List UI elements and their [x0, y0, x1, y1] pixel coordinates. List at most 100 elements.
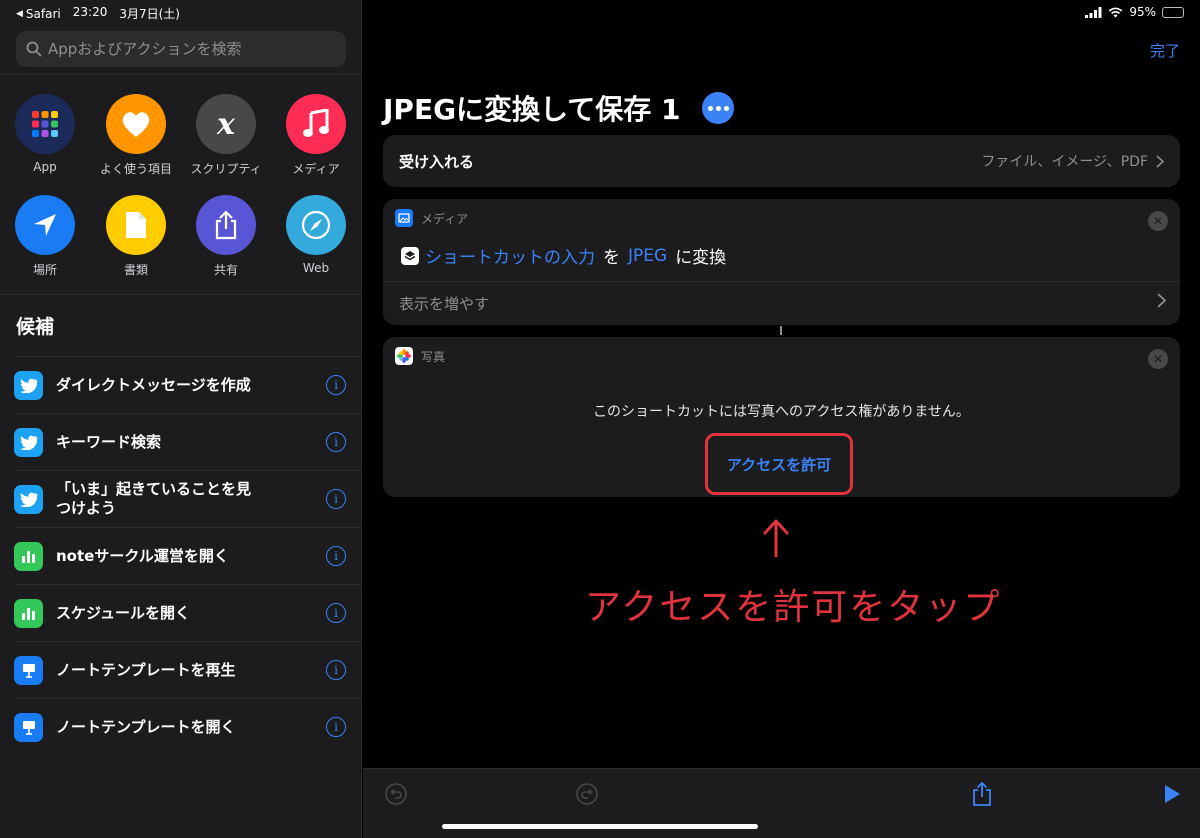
category-app[interactable]: App [0, 94, 90, 174]
info-icon[interactable]: i [326, 717, 346, 737]
suggestion-label: ダイレクトメッセージを作成 [56, 375, 251, 394]
info-icon[interactable]: i [326, 603, 346, 623]
shortcut-editor: 95% 完了 JPEGに変換して保存 1 受け入れる ファイル、イメージ、PDF… [363, 0, 1200, 838]
document-icon [106, 195, 166, 255]
wifi-icon [1108, 7, 1123, 17]
suggestion-open-note-circle[interactable]: noteサークル運営を開く i [14, 527, 362, 584]
action-sentence: ショートカットの入力 を JPEG に変換 [401, 243, 726, 268]
category-media[interactable]: メディア [271, 94, 361, 177]
category-label: Web [302, 261, 330, 275]
info-icon[interactable]: i [326, 489, 346, 509]
more-options-button[interactable] [702, 92, 735, 124]
action-category: 写真 [421, 349, 446, 364]
suggestion-label: noteサークル運営を開く [56, 546, 229, 565]
suggestion-direct-message[interactable]: ダイレクトメッセージを作成 i [14, 356, 362, 413]
accepts-value: ファイル、イメージ、PDF [981, 151, 1164, 171]
show-more-button[interactable]: 表示を増やす [399, 293, 489, 314]
info-icon[interactable]: i [326, 546, 346, 566]
format-parameter[interactable]: JPEG [628, 246, 667, 266]
category-web[interactable]: Web [271, 195, 361, 275]
page-title: JPEGに変換して保存 1 [383, 88, 735, 128]
search-input[interactable] [48, 40, 328, 58]
suggestion-open-schedule[interactable]: スケジュールを開く i [14, 584, 362, 641]
suggestion-label: ノートテンプレートを再生 [56, 660, 236, 679]
category-location[interactable]: 場所 [0, 195, 90, 278]
search-bar[interactable] [16, 31, 346, 67]
category-label: メディア [292, 162, 340, 176]
cellular-signal-icon [1085, 6, 1102, 18]
category-label: 書類 [123, 263, 148, 277]
sidebar: ◀ Safari 23:20 3月7日(土) App よく使う項目 [0, 0, 362, 838]
status-bar-right: 95% [1085, 5, 1184, 19]
input-variable-token[interactable]: ショートカットの入力 [401, 243, 595, 268]
info-icon[interactable]: i [326, 432, 346, 452]
accepts-row[interactable]: 受け入れる ファイル、イメージ、PDF [383, 135, 1180, 187]
home-indicator[interactable] [442, 824, 758, 829]
dot-icon [715, 105, 721, 111]
suggestion-label: 「いま」起きていることを見つけよう [56, 480, 252, 517]
twitter-icon [14, 484, 43, 514]
suggestion-keyword-search[interactable]: キーワード検索 i [14, 413, 362, 470]
shortcuts-layers-icon [401, 246, 419, 265]
search-icon [26, 41, 42, 57]
status-time: 23:20 [72, 5, 108, 19]
keynote-icon [14, 655, 43, 685]
remove-action-button[interactable]: ✕ [1148, 211, 1168, 231]
app-grid-icon [15, 94, 75, 154]
undo-icon [385, 783, 407, 805]
info-icon[interactable]: i [326, 660, 346, 680]
play-icon [1165, 785, 1180, 803]
twitter-icon [14, 427, 43, 457]
suggestion-whats-happening[interactable]: 「いま」起きていることを見つけよう i [14, 470, 362, 527]
battery-icon [1162, 6, 1184, 18]
photos-action: 写真 ✕ このショートカットには写真へのアクセス権がありません。 アクセスを許可 [383, 337, 1180, 497]
category-favorites[interactable]: よく使う項目 [91, 94, 181, 177]
category-share[interactable]: 共有 [181, 195, 271, 278]
accepts-label: 受け入れる [399, 152, 475, 171]
redo-button[interactable] [574, 781, 600, 807]
category-label: よく使う項目 [99, 162, 172, 176]
share-button[interactable] [969, 781, 995, 807]
undo-button[interactable] [383, 781, 409, 807]
back-to-app-button[interactable]: ◀ Safari [16, 5, 61, 22]
remove-action-button[interactable]: ✕ [1148, 349, 1168, 369]
photos-app-icon [395, 347, 413, 365]
suggestions-heading: 候補 [16, 316, 55, 338]
category-scripting[interactable]: x スクリプティ [181, 94, 271, 177]
category-label: 場所 [32, 263, 57, 277]
info-icon[interactable]: i [326, 375, 346, 395]
numbers-icon [14, 598, 43, 628]
shortcut-name[interactable]: JPEGに変換して保存 1 [383, 88, 680, 128]
divider [0, 294, 362, 295]
status-date: 3月7日(土) [119, 7, 180, 21]
run-button[interactable] [1159, 781, 1185, 807]
battery-percent: 95% [1129, 5, 1156, 19]
photo-media-icon [395, 209, 413, 227]
suggestions-list: ダイレクトメッセージを作成 i キーワード検索 i 「いま」起きていることを見つ… [0, 356, 362, 755]
location-arrow-icon [15, 195, 75, 255]
allow-access-button[interactable]: アクセスを許可 [705, 433, 853, 495]
heart-icon [106, 94, 166, 154]
convert-image-action: メディア ✕ ショートカットの入力 を JPEG に変換 表示を増やす [383, 199, 1180, 325]
action-word: に変換 [675, 248, 727, 268]
compass-icon [286, 195, 346, 255]
chevron-right-icon [1157, 293, 1166, 308]
suggestion-open-note-template[interactable]: ノートテンプレートを開く i [14, 698, 362, 755]
divider [0, 74, 362, 75]
share-icon [973, 781, 991, 806]
permission-message: このショートカットには写真へのアクセス権がありません。 [593, 404, 970, 420]
redo-icon [576, 783, 598, 805]
script-x-icon: x [196, 94, 256, 154]
suggestion-label: キーワード検索 [56, 432, 162, 451]
back-triangle-icon: ◀ [16, 8, 23, 19]
category-documents[interactable]: 書類 [91, 195, 181, 278]
suggestion-play-note-template[interactable]: ノートテンプレートを再生 i [14, 641, 362, 698]
share-icon [196, 195, 256, 255]
status-bar-left: ◀ Safari 23:20 3月7日(土) [16, 5, 180, 22]
category-label: 共有 [213, 263, 238, 277]
done-button[interactable]: 完了 [1150, 40, 1180, 61]
action-word: を [603, 248, 620, 268]
keynote-icon [14, 712, 43, 742]
chevron-right-icon [1156, 154, 1164, 168]
suggestion-label: スケジュールを開く [56, 603, 190, 622]
